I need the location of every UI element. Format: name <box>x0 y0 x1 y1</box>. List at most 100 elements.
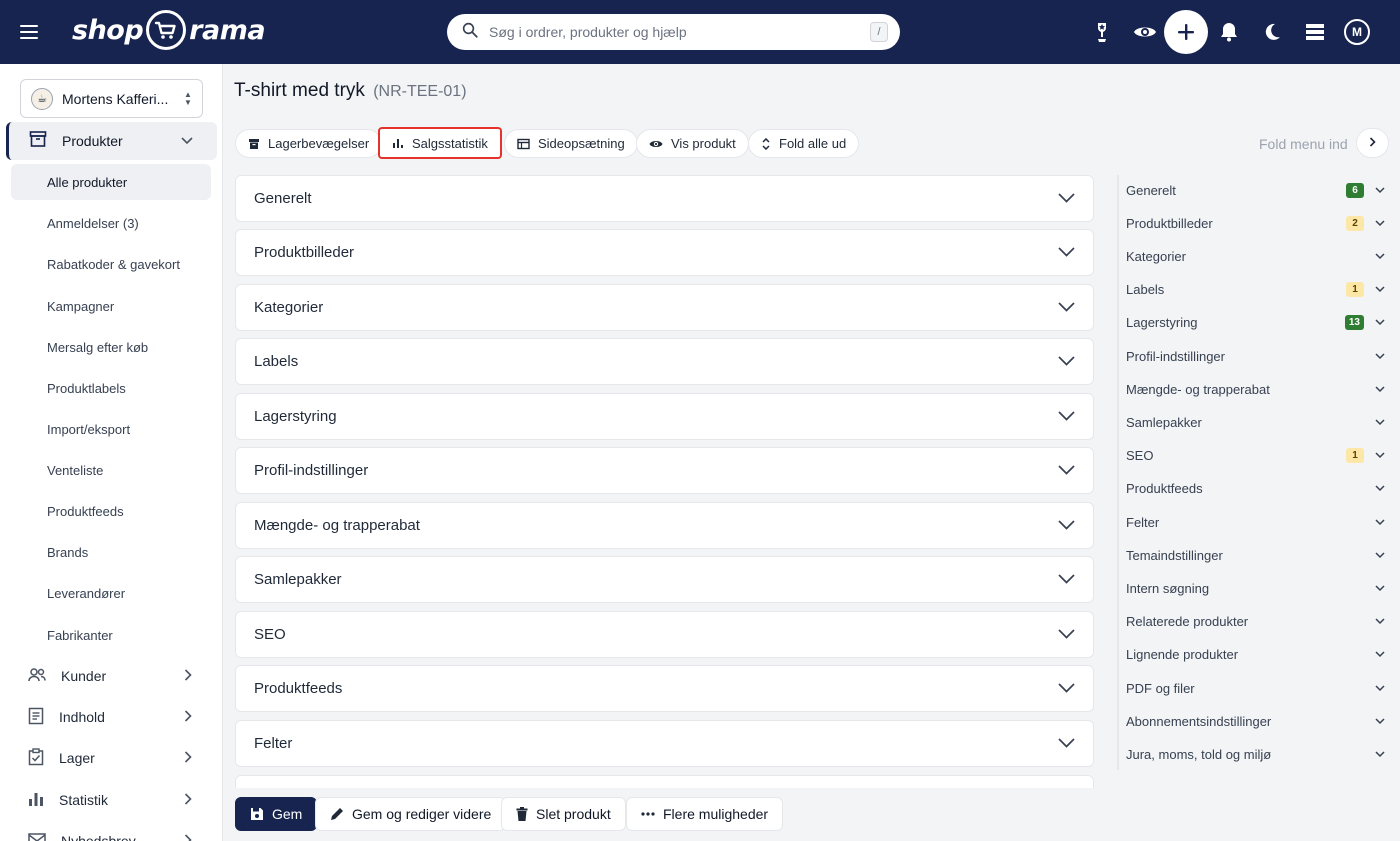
section-7[interactable]: Samlepakker <box>235 556 1094 603</box>
section-6[interactable]: Mængde- og trapperabat <box>235 502 1094 549</box>
right-menu-label: Generelt <box>1126 182 1176 198</box>
search-icon <box>461 21 479 44</box>
sidebar-subitem-venteliste[interactable]: Venteliste <box>11 452 211 488</box>
right-menu-item-17[interactable]: Jura, moms, told og miljø <box>1126 742 1386 766</box>
right-menu-item-2[interactable]: Kategorier <box>1126 244 1386 268</box>
section-1[interactable]: Produktbilleder <box>235 229 1094 276</box>
dark-mode-icon[interactable] <box>1260 20 1284 44</box>
right-menu-label: SEO <box>1126 448 1154 464</box>
sidebar-subitem-produktfeeds[interactable]: Produktfeeds <box>11 493 211 529</box>
section-4[interactable]: Lagerstyring <box>235 393 1094 440</box>
shoprama-logo[interactable]: shop rama <box>72 10 266 50</box>
archive-icon <box>29 130 47 153</box>
page-title: T-shirt med tryk (NR-TEE-01) <box>234 80 467 102</box>
lagerbevaegelser-button[interactable]: Lagerbevægelser <box>235 129 383 158</box>
chevron-down-icon <box>1374 319 1386 326</box>
right-menu-label: Profil-indstillinger <box>1126 348 1225 364</box>
right-menu-label: Temaindstillinger <box>1126 547 1223 563</box>
chevron-down-icon <box>1374 684 1386 692</box>
right-menu-item-11[interactable]: Temaindstillinger <box>1126 543 1386 567</box>
sidebar-subitem-rabatkoder[interactable]: Rabatkoder & gavekort <box>11 246 211 282</box>
right-menu-item-7[interactable]: Samlepakker <box>1126 410 1386 434</box>
sidebar-item-statistik[interactable]: Statistik <box>0 782 222 818</box>
bell-icon[interactable] <box>1217 20 1241 44</box>
create-new-button[interactable] <box>1164 10 1208 54</box>
chevron-down-icon <box>1374 751 1386 758</box>
save-continue-button[interactable]: Gem og rediger videre <box>315 797 507 831</box>
right-menu-item-14[interactable]: Lignende produkter <box>1126 643 1386 667</box>
right-menu-item-0[interactable]: Generelt 6 <box>1126 178 1386 202</box>
right-menu-label: Labels <box>1126 282 1165 298</box>
section-label: Mængde- og trapperabat <box>254 517 420 534</box>
right-menu-item-8[interactable]: SEO 1 <box>1126 444 1386 468</box>
vis-produkt-label: Vis produkt <box>671 136 736 151</box>
expand-icon <box>761 137 771 150</box>
chevron-down-icon <box>1374 419 1386 426</box>
chevron-down-icon <box>1058 462 1075 479</box>
delete-product-button[interactable]: Slet produkt <box>501 797 626 831</box>
sidebar-subitem-mersalg[interactable]: Mersalg efter køb <box>11 329 211 365</box>
right-menu-divider <box>1117 175 1119 770</box>
sidebar-subitem-leverandorer[interactable]: Leverandører <box>11 575 211 611</box>
search-bar[interactable]: / <box>447 14 900 50</box>
sidebar-item-indhold[interactable]: Indhold <box>0 699 222 735</box>
user-avatar[interactable]: M <box>1344 19 1370 45</box>
right-menu-item-15[interactable]: PDF og filer <box>1126 676 1386 700</box>
sidebar-subitem-kampagner[interactable]: Kampagner <box>11 288 211 324</box>
sidebar-subitem-fabrikanter[interactable]: Fabrikanter <box>11 617 211 653</box>
sidebar-item-label: Statistik <box>59 792 109 808</box>
sidebar-item-kunder[interactable]: Kunder <box>0 658 222 694</box>
store-menu-icon[interactable] <box>1303 20 1327 44</box>
trophy-icon[interactable] <box>1090 20 1114 44</box>
clipboard-icon <box>28 747 44 769</box>
section-9[interactable]: Produktfeeds <box>235 665 1094 712</box>
chevron-down-icon <box>1374 253 1386 260</box>
section-2[interactable]: Kategorier <box>235 284 1094 331</box>
right-menu-item-4[interactable]: Lagerstyring 13 <box>1126 311 1386 335</box>
fold-menu-ind-link[interactable]: Fold menu ind <box>1259 136 1348 152</box>
chevron-down-icon <box>1374 518 1386 526</box>
right-menu-item-6[interactable]: Mængde- og trapperabat <box>1126 377 1386 401</box>
sidebar-item-lager[interactable]: Lager <box>0 740 222 776</box>
fold-menu-arrow-button[interactable] <box>1356 128 1389 158</box>
sidebar-subitem-alle-produkter[interactable]: Alle produkter <box>11 164 211 200</box>
sidebar-item-nyhedsbrev[interactable]: Nyhedsbrev <box>0 823 222 841</box>
section-10[interactable]: Felter <box>235 720 1094 767</box>
right-menu-label: Intern søgning <box>1126 580 1210 596</box>
right-menu-label: Kategorier <box>1126 248 1186 264</box>
save-button[interactable]: Gem <box>235 797 318 831</box>
salgsstatistik-button[interactable]: Salgsstatistik <box>378 127 502 159</box>
right-menu-item-13[interactable]: Relaterede produkter <box>1126 610 1386 634</box>
section-5[interactable]: Profil-indstillinger <box>235 447 1094 494</box>
fold-alle-ud-button[interactable]: Fold alle ud <box>748 129 860 158</box>
chevron-down-icon <box>1374 386 1386 393</box>
right-menu-item-10[interactable]: Felter <box>1126 510 1386 534</box>
section-label: Kategorier <box>254 299 324 316</box>
more-options-button[interactable]: Flere muligheder <box>626 797 784 831</box>
sidebar-subitem-import-eksport[interactable]: Import/eksport <box>11 411 211 447</box>
logo-text-left: shop <box>72 14 144 46</box>
menu-icon[interactable] <box>20 20 44 44</box>
right-menu-item-12[interactable]: Intern søgning <box>1126 576 1386 600</box>
sidebar-subitem-anmeldelser[interactable]: Anmeldelser (3) <box>11 205 211 241</box>
section-8[interactable]: SEO <box>235 611 1094 658</box>
eye-icon[interactable] <box>1133 20 1157 44</box>
vis-produkt-button[interactable]: Vis produkt <box>636 129 749 158</box>
right-menu-item-1[interactable]: Produktbilleder 2 <box>1126 211 1386 235</box>
right-menu-item-3[interactable]: Labels 1 <box>1126 278 1386 302</box>
count-badge: 6 <box>1346 182 1364 198</box>
sidebar-item-produkter[interactable]: Produkter <box>6 122 217 160</box>
right-menu-item-5[interactable]: Profil-indstillinger <box>1126 344 1386 368</box>
right-menu-item-16[interactable]: Abonnementsindstillinger <box>1126 709 1386 733</box>
section-0[interactable]: Generelt <box>235 175 1094 222</box>
shop-selector[interactable]: ☕ Mortens Kafferi... ▲ ▼ <box>20 79 203 118</box>
right-menu-item-9[interactable]: Produktfeeds <box>1126 477 1386 501</box>
eye-icon <box>649 139 663 149</box>
sideopsaetning-button[interactable]: Sideopsætning <box>504 129 638 158</box>
chevron-down-icon <box>1374 718 1386 725</box>
sidebar-subitem-produktlabels[interactable]: Produktlabels <box>11 370 211 406</box>
sidebar-subitem-brands[interactable]: Brands <box>11 534 211 570</box>
search-input[interactable] <box>489 24 870 40</box>
section-3[interactable]: Labels <box>235 338 1094 385</box>
chevron-down-icon <box>1058 571 1075 588</box>
